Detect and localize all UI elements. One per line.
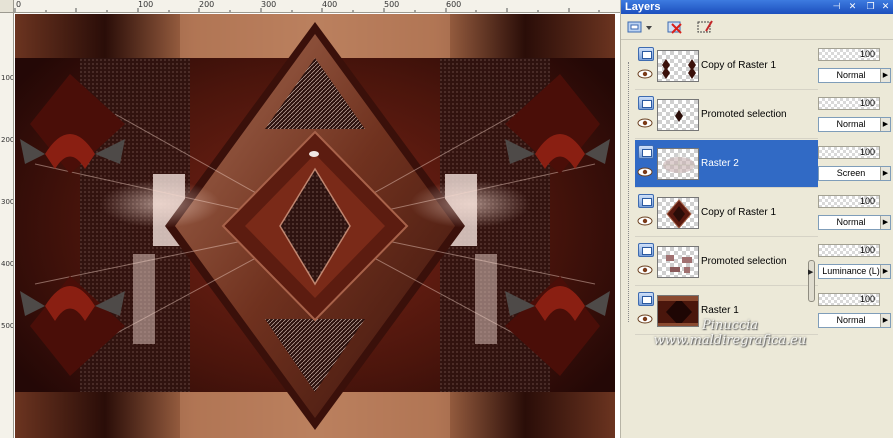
splitter-grip[interactable] [808, 260, 815, 302]
opacity-slider[interactable]: 100 [818, 195, 880, 208]
raster-layer-icon [638, 47, 654, 61]
blend-mode-value: Luminance (L) [822, 266, 880, 276]
artwork-image [15, 14, 615, 438]
layer-row[interactable]: Promoted selection [635, 238, 818, 286]
layer-name: Raster 2 [701, 158, 739, 169]
eye-icon[interactable] [637, 118, 653, 128]
blend-mode-select[interactable]: Screen ▶ [818, 166, 891, 181]
chevron-right-icon[interactable]: ▶ [880, 167, 890, 180]
opacity-value: 100 [859, 147, 875, 157]
blend-mode-value: Normal [836, 315, 866, 325]
layer-row[interactable]: Raster 1 [635, 287, 818, 335]
chevron-right-icon[interactable]: ▶ [880, 265, 890, 278]
pin-icon[interactable]: ⊣ [831, 1, 842, 12]
close-window-icon[interactable]: ✕ [880, 1, 891, 12]
opacity-slider[interactable]: 100 [818, 293, 880, 306]
layer-properties: 100 Luminance (L) ▶ [818, 238, 893, 286]
opacity-slider[interactable]: 100 [818, 48, 880, 61]
ruler-label: 400 [1, 260, 14, 268]
layers-palette: Layers ⊣ ✕ ❐ ✕ Copy of Raster 1 Promoted… [620, 0, 893, 438]
tree-connector [628, 62, 629, 322]
layer-name: Promoted selection [701, 109, 787, 120]
eye-icon[interactable] [637, 216, 653, 226]
blend-mode-select[interactable]: Normal ▶ [818, 117, 891, 132]
opacity-value: 100 [859, 196, 875, 206]
layer-thumbnail [657, 148, 699, 180]
blend-mode-select[interactable]: Normal ▶ [818, 215, 891, 230]
close-icon[interactable]: ✕ [847, 1, 858, 12]
opacity-value: 100 [859, 49, 875, 59]
horizontal-ruler: 0 100 200 300 400 500 600 [14, 0, 620, 13]
chevron-right-icon[interactable]: ▶ [808, 268, 813, 276]
layer-properties-column: 100 Normal ▶ 100 Normal ▶ 100 Screen ▶ 100 … [818, 42, 893, 336]
raster-layer-icon [638, 145, 654, 159]
ruler-label: 500 [1, 322, 14, 330]
eye-icon[interactable] [637, 167, 653, 177]
layer-thumbnail [657, 99, 699, 131]
layers-toolbar [621, 14, 893, 40]
layer-row[interactable]: Copy of Raster 1 [635, 42, 818, 90]
raster-layer-icon [638, 194, 654, 208]
blend-mode-value: Screen [836, 168, 866, 178]
layer-thumbnail [657, 246, 699, 278]
layer-properties: 100 Screen ▶ [818, 140, 893, 188]
palette-title-bar[interactable]: Layers ⊣ ✕ ❐ ✕ [621, 0, 893, 14]
raster-layer-icon [638, 96, 654, 110]
chevron-right-icon[interactable]: ▶ [880, 69, 890, 82]
raster-layer-icon [638, 292, 654, 306]
layer-properties: 100 Normal ▶ [818, 42, 893, 90]
layer-properties: 100 Normal ▶ [818, 287, 893, 335]
layer-thumbnail [657, 50, 699, 82]
blend-mode-select[interactable]: Normal ▶ [818, 68, 891, 83]
delete-layer-icon[interactable] [665, 18, 685, 36]
restore-icon[interactable]: ❐ [865, 1, 876, 12]
blend-mode-value: Normal [836, 70, 866, 80]
opacity-slider[interactable]: 100 [818, 146, 880, 159]
blend-mode-select[interactable]: Luminance (L) ▶ [818, 264, 891, 279]
blend-mode-value: Normal [836, 119, 866, 129]
canvas-area: 0 100 200 300 400 500 600 100 200 300 40… [0, 0, 620, 438]
layer-thumbnail [657, 197, 699, 229]
app-root: 0 100 200 300 400 500 600 100 200 300 40… [0, 0, 893, 438]
panel-splitter[interactable]: ▶ [807, 42, 816, 438]
layer-properties: 100 Normal ▶ [818, 189, 893, 237]
chevron-right-icon[interactable]: ▶ [880, 118, 890, 131]
layer-row[interactable]: Raster 2 [635, 140, 818, 188]
edit-selection-icon[interactable] [695, 18, 715, 36]
opacity-value: 100 [859, 294, 875, 304]
palette-title: Layers [625, 1, 661, 13]
layer-name: Raster 1 [701, 305, 739, 316]
layer-name: Copy of Raster 1 [701, 60, 777, 71]
opacity-value: 100 [859, 98, 875, 108]
layer-thumbnail [657, 295, 699, 327]
eye-icon[interactable] [637, 69, 653, 79]
layer-name: Promoted selection [701, 256, 787, 267]
ruler-ticks [14, 8, 600, 12]
blend-mode-value: Normal [836, 217, 866, 227]
blend-mode-select[interactable]: Normal ▶ [818, 313, 891, 328]
artwork-canvas[interactable] [15, 14, 615, 438]
ruler-label: 100 [1, 74, 14, 82]
ruler-label: 200 [1, 136, 14, 144]
ruler-corner [0, 0, 14, 13]
opacity-value: 100 [859, 245, 875, 255]
layer-name: Copy of Raster 1 [701, 207, 777, 218]
ruler-label: 300 [1, 198, 14, 206]
chevron-right-icon[interactable]: ▶ [880, 216, 890, 229]
eye-icon[interactable] [637, 265, 653, 275]
layers-list: Copy of Raster 1 Promoted selection Rast… [635, 42, 818, 336]
layer-properties: 100 Normal ▶ [818, 91, 893, 139]
opacity-slider[interactable]: 100 [818, 244, 880, 257]
vertical-ruler: 100 200 300 400 500 [0, 13, 14, 438]
new-raster-layer-icon[interactable] [625, 18, 655, 36]
raster-layer-icon [638, 243, 654, 257]
chevron-right-icon[interactable]: ▶ [880, 314, 890, 327]
eye-icon[interactable] [637, 314, 653, 324]
layer-row[interactable]: Promoted selection [635, 91, 818, 139]
opacity-slider[interactable]: 100 [818, 97, 880, 110]
layer-row[interactable]: Copy of Raster 1 [635, 189, 818, 237]
